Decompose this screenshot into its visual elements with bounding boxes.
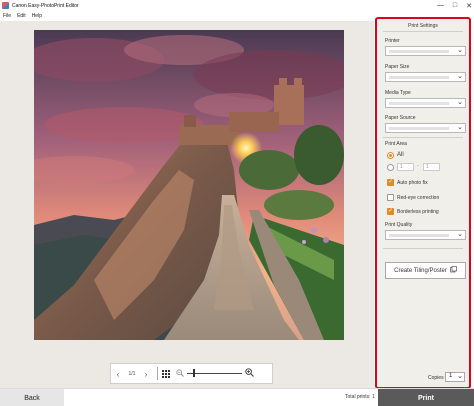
red-eye-label: Red-eye correction [397, 195, 440, 201]
back-button[interactable]: Back [0, 389, 64, 406]
preview-area: ‹ 1/1 › [0, 21, 374, 388]
window-title: Canon Easy-PhotoPrint Editor [12, 2, 79, 9]
auto-photo-fix-label: Auto photo fix [397, 180, 428, 186]
borderless-label: Borderless printing [397, 209, 439, 215]
red-eye-checkbox[interactable] [387, 194, 394, 201]
tiling-button-label: Create Tiling/Poster [394, 267, 447, 274]
grid-view-icon[interactable] [162, 369, 170, 378]
chevron-down-icon: ⌄ [457, 124, 463, 131]
printer-label: Printer [385, 38, 400, 44]
divider [157, 367, 158, 380]
borderless-checkbox[interactable] [387, 207, 394, 215]
page-indicator: 1/1 [128, 370, 136, 377]
next-page-button[interactable]: › [139, 369, 153, 379]
chevron-down-icon: ⌄ [457, 47, 463, 54]
paper-size-label: Paper Size [385, 64, 410, 70]
zoom-track [187, 373, 242, 374]
auto-photo-fix-checkbox[interactable] [387, 178, 394, 186]
preview-navigation: ‹ 1/1 › [110, 363, 273, 384]
photo-preview[interactable] [34, 30, 344, 340]
title-bar: Canon Easy-PhotoPrint Editor — □ ✕ [0, 0, 474, 11]
panel-title: Print Settings [408, 23, 438, 29]
zoom-out-icon[interactable] [176, 368, 184, 379]
range-dash: - [417, 163, 419, 169]
app-window: Canon Easy-PhotoPrint Editor — □ ✕ File … [0, 0, 474, 406]
print-area-from-select[interactable]: 1 [397, 163, 414, 171]
window-controls: — □ ✕ [437, 0, 472, 11]
copies-value: 1 [449, 373, 453, 379]
media-type-label: Media Type [385, 90, 411, 96]
divider [383, 137, 463, 138]
landscape-photo [34, 30, 344, 340]
media-type-select[interactable]: ⌄ [385, 98, 466, 108]
print-quality-label: Print Quality [385, 222, 413, 228]
print-area-all-radio[interactable] [387, 152, 394, 159]
paper-source-label: Paper Source [385, 115, 416, 121]
divider [383, 248, 463, 249]
printer-select[interactable]: ⌄ [385, 46, 466, 56]
app-logo-icon [2, 2, 9, 9]
print-quality-select[interactable]: ⌄ [385, 230, 466, 240]
minimize-button[interactable]: — [437, 2, 444, 9]
chevron-down-icon: ⌄ [457, 373, 463, 380]
print-area-range-radio[interactable] [387, 164, 394, 171]
paper-size-select[interactable]: ⌄ [385, 72, 466, 82]
create-tiling-poster-button[interactable]: Create Tiling/Poster [385, 262, 466, 279]
print-area-to-select[interactable]: 1 [423, 163, 440, 171]
tiling-icon [449, 266, 457, 275]
divider [383, 31, 463, 32]
chevron-down-icon: ⌄ [457, 231, 463, 238]
chevron-down-icon: ⌄ [457, 73, 463, 80]
chevron-down-icon: ⌄ [457, 99, 463, 106]
paper-source-select[interactable]: ⌄ [385, 123, 466, 133]
maximize-button[interactable]: □ [453, 2, 457, 9]
print-area-all-label: All [397, 152, 404, 158]
zoom-in-icon[interactable] [245, 368, 254, 379]
zoom-slider[interactable] [187, 369, 242, 377]
zoom-thumb[interactable] [193, 369, 195, 377]
menu-file[interactable]: File [3, 13, 11, 19]
print-area-label: Print Area [385, 141, 407, 147]
copies-select[interactable]: 1 ⌄ [445, 372, 465, 382]
previous-page-button[interactable]: ‹ [111, 369, 125, 379]
menu-edit[interactable]: Edit [17, 13, 26, 19]
close-button[interactable]: ✕ [466, 2, 472, 10]
print-button[interactable]: Print [378, 389, 474, 406]
menu-help[interactable]: Help [32, 13, 42, 19]
bottom-bar: Back Total prints: 1 Print [0, 388, 474, 406]
total-prints: Total prints: 1 [345, 394, 375, 400]
copies-label: Copies [428, 375, 444, 381]
print-settings-panel: Print Settings Printer ⌄ Paper Size ⌄ Me… [375, 17, 471, 389]
